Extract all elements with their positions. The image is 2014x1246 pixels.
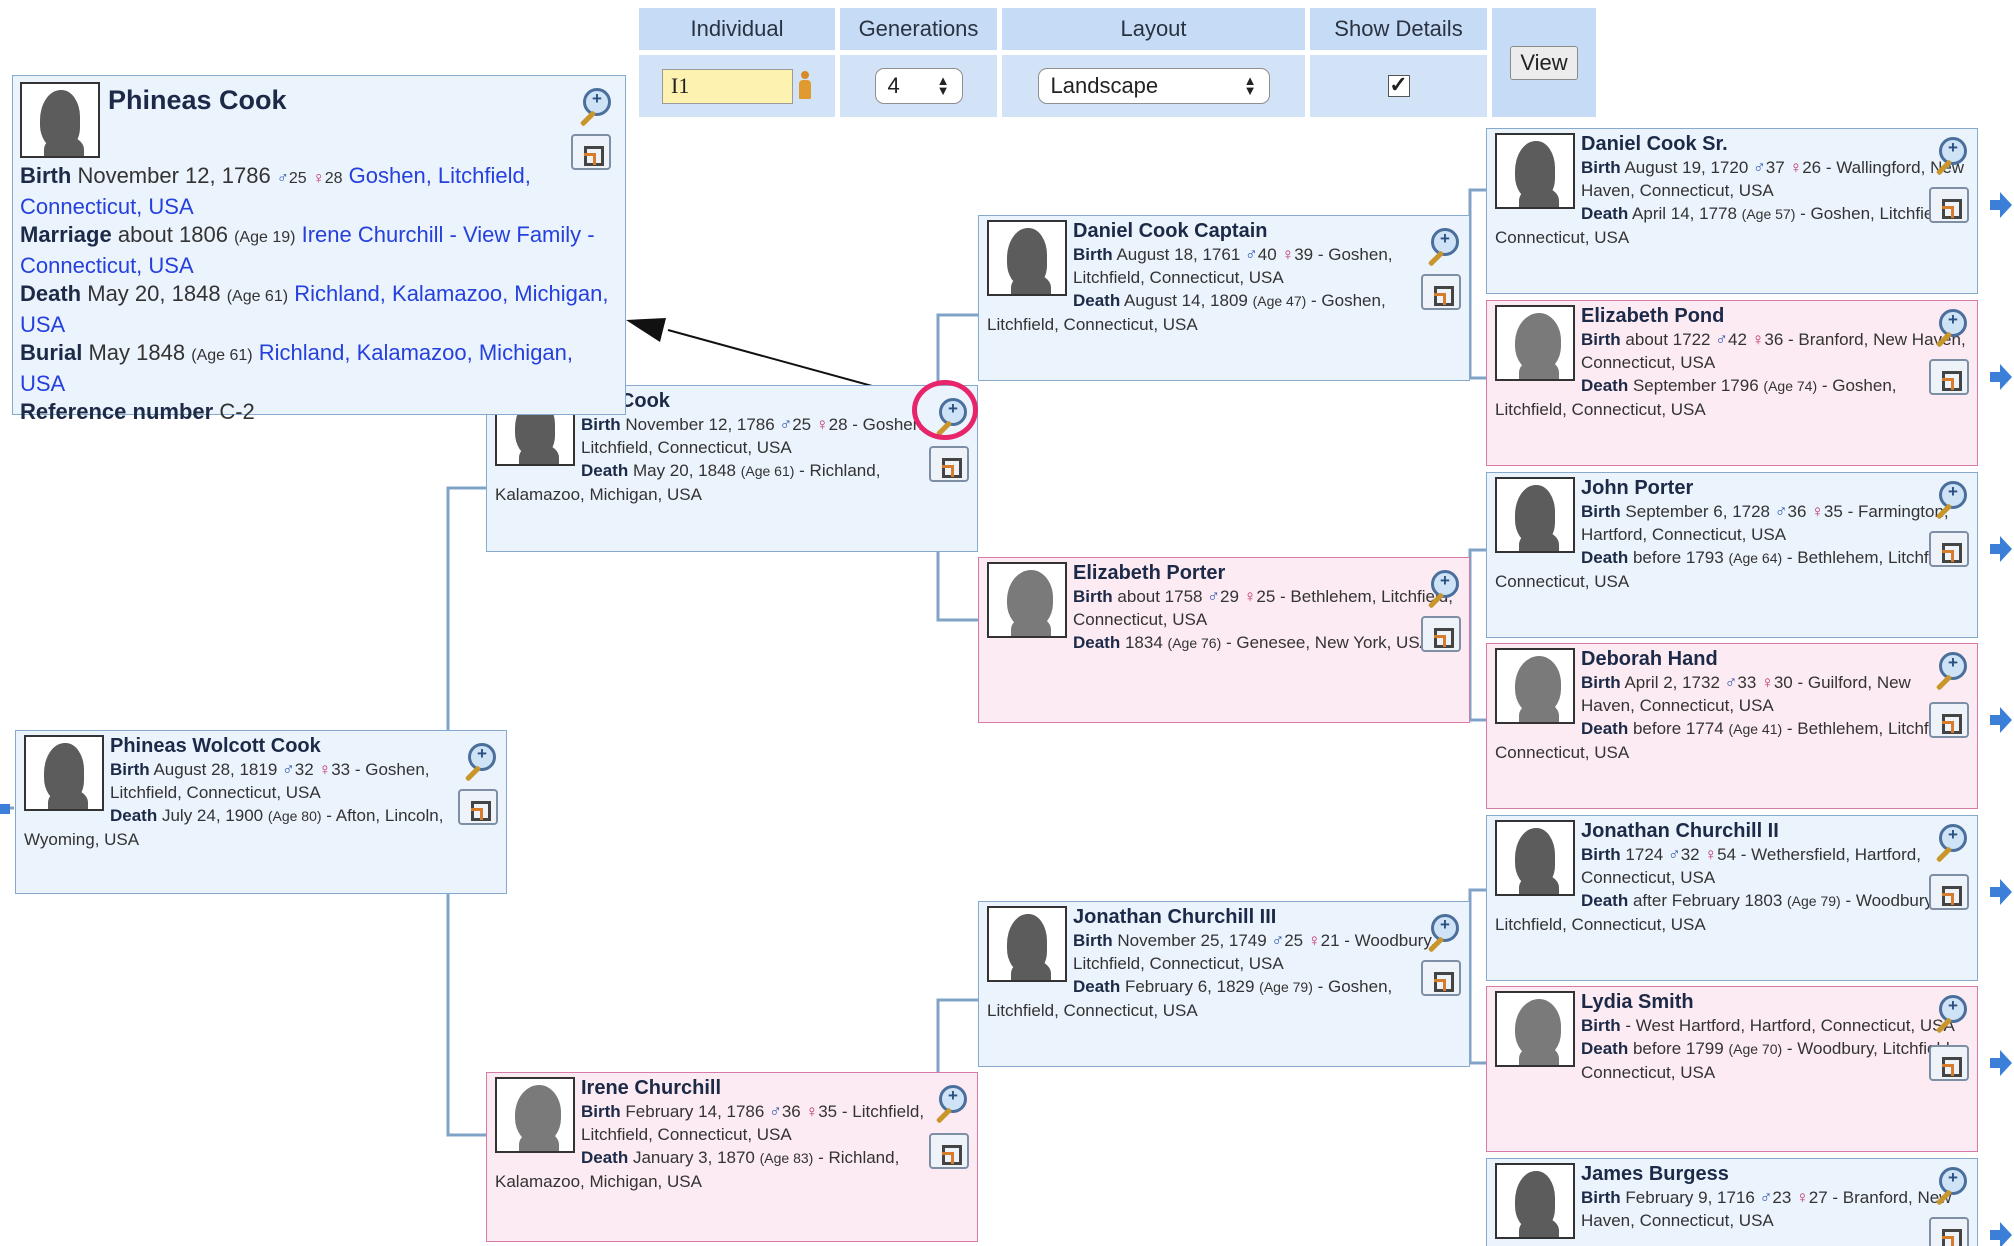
person-thumbnail bbox=[1495, 477, 1575, 553]
silhouette-icon bbox=[515, 1085, 561, 1151]
person-box-great-grandparent[interactable]: James Burgess Birth February 9, 1716 ♂23… bbox=[1486, 1158, 1978, 1246]
interactive-tree-icon[interactable] bbox=[1929, 187, 1969, 223]
zoom-in-icon[interactable] bbox=[1931, 481, 1967, 521]
person-details-popup: Phineas Cook Birth November 12, 1786 ♂25… bbox=[12, 75, 626, 424]
interactive-tree-icon[interactable] bbox=[929, 1133, 969, 1169]
highlight-circle bbox=[912, 380, 978, 440]
interactive-tree-icon[interactable] bbox=[1421, 960, 1461, 996]
person-thumbnail bbox=[24, 735, 104, 811]
person-thumbnail bbox=[1495, 133, 1575, 209]
person-box-grandparent[interactable]: Elizabeth Porter Birth about 1758 ♂29 ♀2… bbox=[978, 557, 1470, 723]
person-box-great-grandparent[interactable]: Elizabeth Pond Birth about 1722 ♂42 ♀36 … bbox=[1486, 300, 1978, 466]
zoom-in-icon[interactable] bbox=[1931, 137, 1967, 177]
silhouette-icon bbox=[44, 743, 88, 809]
interactive-tree-icon[interactable] bbox=[1929, 874, 1969, 910]
person-thumbnail bbox=[987, 906, 1067, 982]
zoom-in-icon[interactable] bbox=[1423, 570, 1459, 610]
silhouette-icon bbox=[1515, 828, 1559, 894]
silhouette-icon bbox=[1007, 570, 1053, 636]
interactive-tree-icon[interactable] bbox=[1421, 274, 1461, 310]
popup-marriage-line: Marriage about 1806 (Age 19) Irene Churc… bbox=[20, 222, 595, 278]
zoom-in-icon[interactable] bbox=[1931, 309, 1967, 349]
zoom-in-icon[interactable] bbox=[1423, 228, 1459, 268]
person-box-great-grandparent[interactable]: Lydia Smith Birth - West Hartford, Hartf… bbox=[1486, 986, 1978, 1152]
person-thumbnail bbox=[1495, 1163, 1575, 1239]
interactive-tree-icon[interactable] bbox=[1929, 702, 1969, 738]
person-thumbnail bbox=[20, 82, 100, 158]
person-thumbnail bbox=[1495, 991, 1575, 1067]
person-thumbnail bbox=[495, 1077, 575, 1153]
zoom-in-icon[interactable] bbox=[460, 743, 496, 783]
spouse-link[interactable]: Irene Churchill bbox=[302, 222, 444, 247]
person-box-great-grandparent[interactable]: John Porter Birth September 6, 1728 ♂36 … bbox=[1486, 472, 1978, 638]
popup-birth-line: Birth November 12, 1786 ♂25 ♀28 Goshen, … bbox=[20, 163, 531, 219]
next-generation-arrow-icon[interactable] bbox=[1990, 1050, 2012, 1076]
zoom-in-icon[interactable] bbox=[1931, 824, 1967, 864]
next-generation-arrow-icon[interactable] bbox=[1990, 707, 2012, 733]
popup-death-line: Death May 20, 1848 (Age 61) Richland, Ka… bbox=[20, 281, 609, 337]
zoom-in-icon[interactable] bbox=[931, 1085, 967, 1125]
child-arrow-icon[interactable] bbox=[0, 796, 10, 822]
interactive-tree-icon[interactable] bbox=[1929, 531, 1969, 567]
person-thumbnail bbox=[987, 220, 1067, 296]
person-thumbnail bbox=[1495, 305, 1575, 381]
next-generation-arrow-icon[interactable] bbox=[1990, 1222, 2012, 1246]
person-box-grandparent[interactable]: Jonathan Churchill III Birth November 25… bbox=[978, 901, 1470, 1067]
person-box-great-grandparent[interactable]: Jonathan Churchill II Birth 1724 ♂32 ♀54… bbox=[1486, 815, 1978, 981]
silhouette-icon bbox=[1515, 141, 1559, 207]
popup-burial-line: Burial May 1848 (Age 61) Richland, Kalam… bbox=[20, 340, 574, 396]
zoom-in-icon[interactable] bbox=[1931, 652, 1967, 692]
silhouette-icon bbox=[1515, 1171, 1559, 1237]
silhouette-icon bbox=[1515, 485, 1559, 551]
silhouette-icon bbox=[40, 90, 84, 156]
person-box-root[interactable]: Phineas Wolcott Cook Birth August 28, 18… bbox=[15, 730, 507, 894]
next-generation-arrow-icon[interactable] bbox=[1990, 192, 2012, 218]
next-generation-arrow-icon[interactable] bbox=[1990, 364, 2012, 390]
silhouette-icon bbox=[1007, 914, 1051, 980]
silhouette-icon bbox=[1515, 656, 1561, 722]
zoom-in-icon[interactable] bbox=[1931, 995, 1967, 1035]
person-thumbnail bbox=[987, 562, 1067, 638]
person-box-great-grandparent[interactable]: Deborah Hand Birth April 2, 1732 ♂33 ♀30… bbox=[1486, 643, 1978, 809]
interactive-tree-icon[interactable] bbox=[458, 789, 498, 825]
person-box-mother[interactable]: Irene Churchill Birth February 14, 1786 … bbox=[486, 1072, 978, 1242]
interactive-tree-icon[interactable] bbox=[571, 134, 611, 170]
next-generation-arrow-icon[interactable] bbox=[1990, 536, 2012, 562]
person-box-great-grandparent[interactable]: Daniel Cook Sr. Birth August 19, 1720 ♂3… bbox=[1486, 128, 1978, 294]
person-box-grandparent[interactable]: Daniel Cook Captain Birth August 18, 176… bbox=[978, 215, 1470, 381]
popup-person-name: Phineas Cook bbox=[108, 85, 287, 115]
next-generation-arrow-icon[interactable] bbox=[1990, 879, 2012, 905]
silhouette-icon bbox=[1515, 313, 1561, 379]
silhouette-icon bbox=[1007, 228, 1051, 294]
interactive-tree-icon[interactable] bbox=[1929, 1045, 1969, 1081]
interactive-tree-icon[interactable] bbox=[1421, 616, 1461, 652]
interactive-tree-icon[interactable] bbox=[1929, 1217, 1969, 1246]
zoom-in-icon[interactable] bbox=[1931, 1167, 1967, 1207]
silhouette-icon bbox=[1515, 999, 1561, 1065]
interactive-tree-icon[interactable] bbox=[929, 446, 969, 482]
person-thumbnail bbox=[1495, 648, 1575, 724]
view-family-link[interactable]: - View Family bbox=[450, 222, 582, 247]
person-thumbnail bbox=[1495, 820, 1575, 896]
zoom-in-icon[interactable] bbox=[1423, 914, 1459, 954]
zoom-out-icon[interactable] bbox=[575, 88, 611, 128]
interactive-tree-icon[interactable] bbox=[1929, 359, 1969, 395]
popup-reference-line: Reference number C-2 bbox=[20, 399, 255, 424]
